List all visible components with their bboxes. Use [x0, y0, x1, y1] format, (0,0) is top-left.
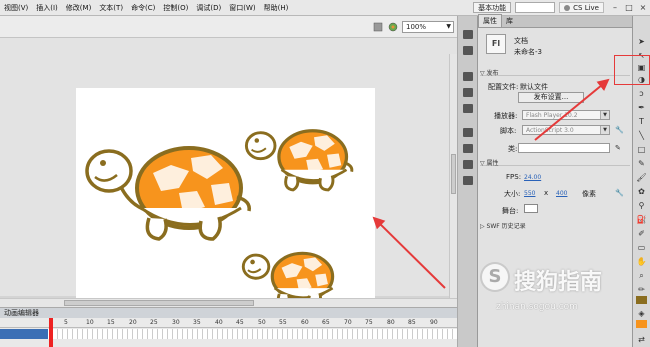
sogou-logo-icon: S: [480, 262, 510, 292]
watermark-brand: 搜狗指南: [514, 270, 603, 295]
watermark: S 搜狗指南 zhinan.sogou.com: [478, 258, 648, 318]
watermark-url: zhinan.sogou.com: [496, 302, 578, 312]
arrow-to-tool: [534, 78, 610, 141]
arrow-to-stage: [372, 216, 446, 289]
